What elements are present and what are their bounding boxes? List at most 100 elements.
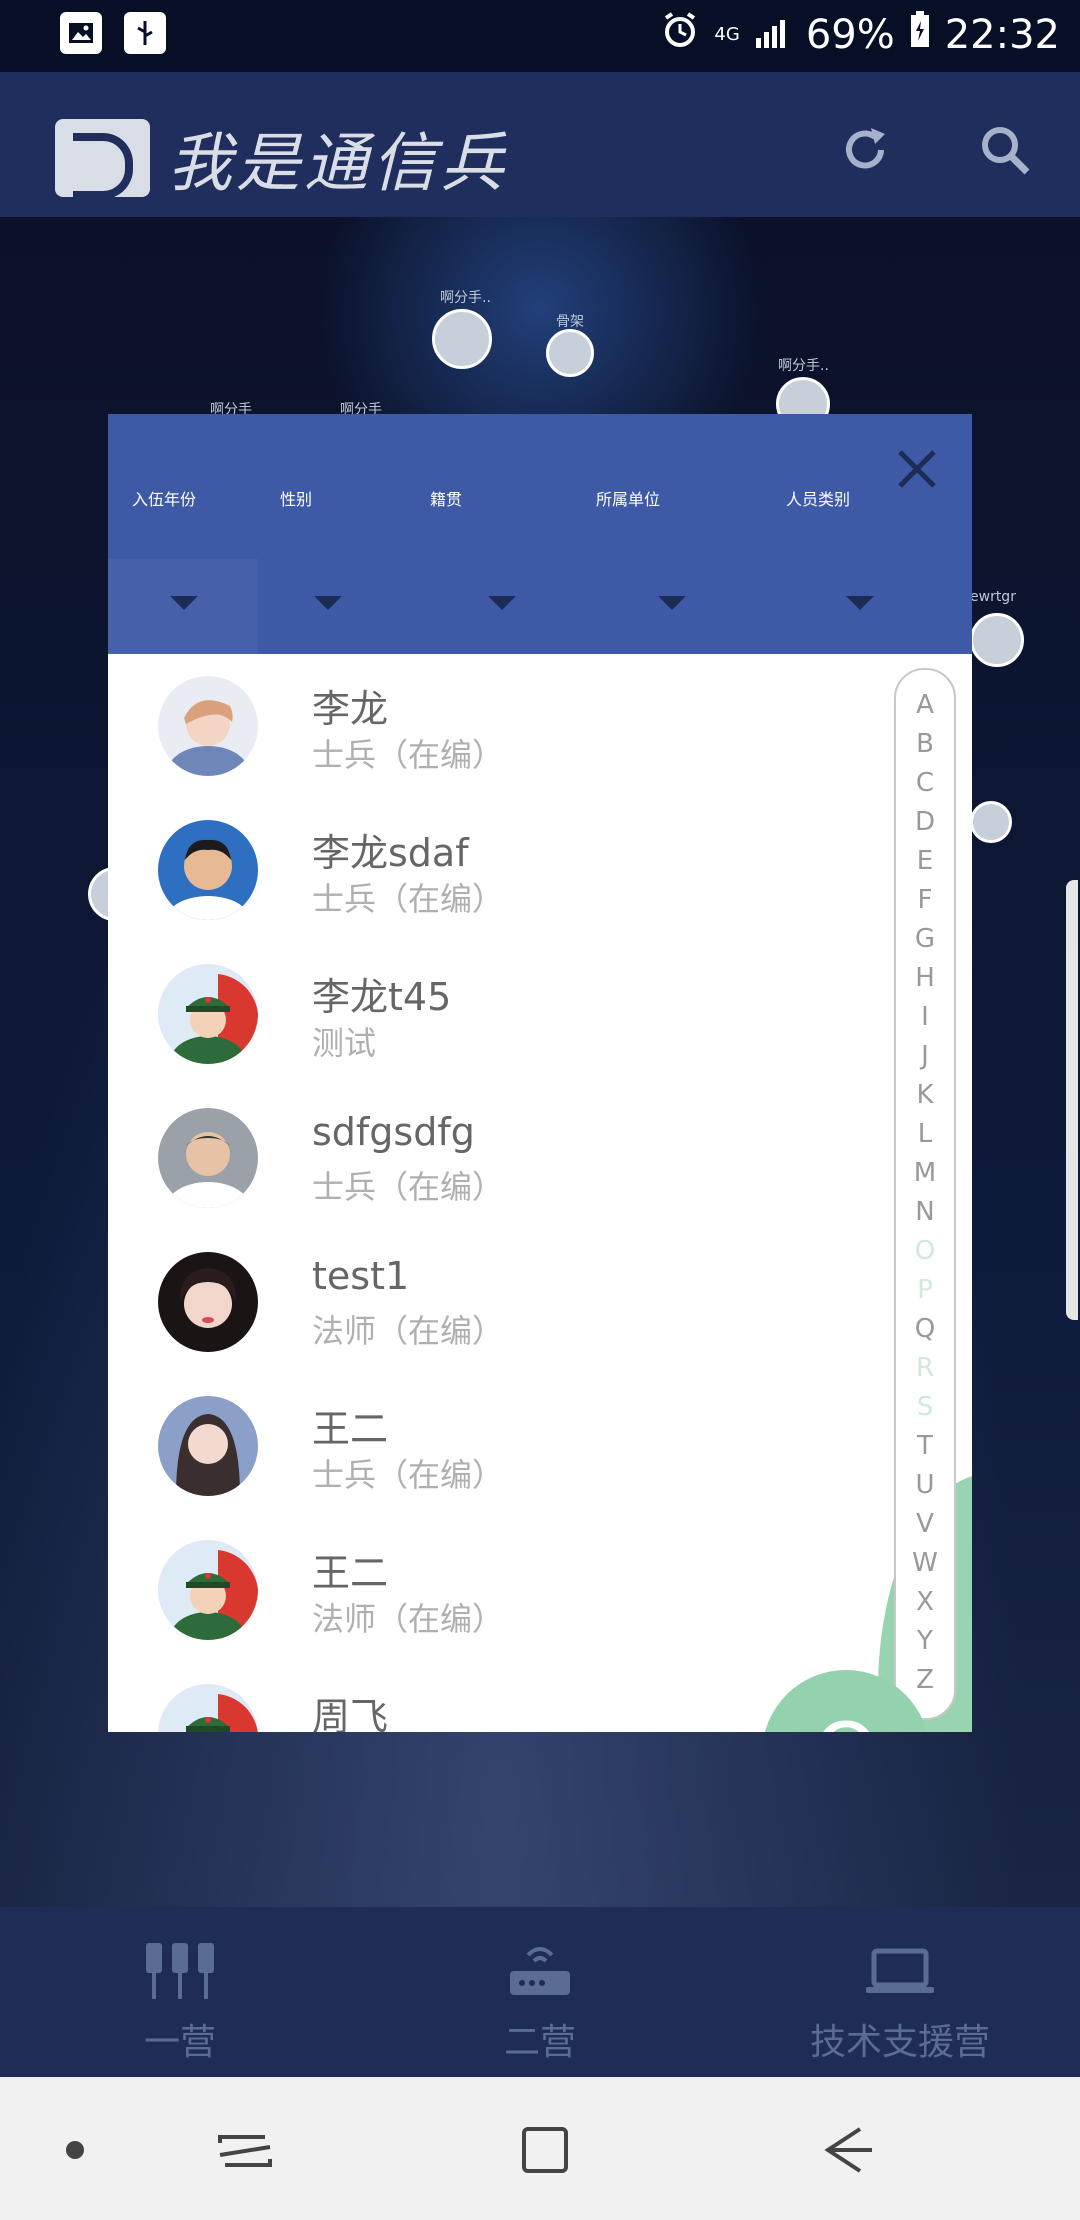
plugs-icon <box>146 1943 214 1999</box>
filter-label: 性别 <box>280 490 313 509</box>
app-header: 我是通信兵 <box>0 72 1080 217</box>
alphabet-letter-o[interactable]: O <box>896 1236 954 1266</box>
signal-icon <box>754 12 792 58</box>
edge-panel-handle[interactable] <box>1066 880 1078 1320</box>
clock: 22:32 <box>944 12 1060 58</box>
graph-node-label: 啊分手.. <box>778 358 829 374</box>
alphabet-letter-h[interactable]: H <box>896 963 954 993</box>
alarm-icon <box>660 10 700 60</box>
contact-role: 士兵（在编） <box>312 736 505 774</box>
contact-role: 士兵（在编） <box>312 1168 505 1206</box>
contact-list[interactable]: 李龙 士兵（在编） 李龙sdaf 士兵（在编） 李龙t45 测试 sdfgsdf… <box>108 654 972 1732</box>
graph-node[interactable] <box>970 613 1024 667</box>
alphabet-letter-b[interactable]: B <box>896 729 954 759</box>
alphabet-letter-e[interactable]: E <box>896 846 954 876</box>
alphabet-letter-l[interactable]: L <box>896 1119 954 1149</box>
list-item[interactable]: sdfgsdfg 士兵（在编） <box>108 1086 868 1230</box>
alphabet-letter-f[interactable]: F <box>896 885 954 915</box>
graph-node-label: 骨架 <box>556 314 584 330</box>
avatar <box>158 820 258 920</box>
alphabet-letter-g[interactable]: G <box>896 924 954 954</box>
list-item[interactable]: 周飞 <box>108 1662 868 1732</box>
contact-name: 王二 <box>312 1551 389 1595</box>
alphabet-letter-w[interactable]: W <box>896 1548 954 1578</box>
alphabet-letter-n[interactable]: N <box>896 1197 954 1227</box>
gallery-icon <box>60 12 102 54</box>
soldier-avatar <box>158 964 258 1064</box>
filter-bar: 入伍年份 性别 籍贯 所属单位 人员类别 <box>108 414 972 654</box>
list-item[interactable]: 李龙t45 测试 <box>108 942 868 1086</box>
filter-hometown[interactable]: 籍贯 <box>408 414 578 654</box>
caret-down-icon <box>846 596 874 610</box>
alphabet-index-bar[interactable]: ABCDEFGHIJKLMNOPQRSTUVWXYZ <box>894 668 956 1720</box>
refresh-button[interactable] <box>835 120 895 180</box>
graph-node[interactable] <box>432 309 492 369</box>
tab-label: 二营 <box>503 2022 576 2063</box>
alphabet-letter-y[interactable]: Y <box>896 1626 954 1656</box>
tab-battalion-1[interactable]: 一营 <box>60 1937 300 2065</box>
filter-unit[interactable]: 所属单位 <box>578 414 768 654</box>
graph-node-label: 啊分手.. <box>440 290 491 306</box>
filter-label: 籍贯 <box>430 490 463 509</box>
battery-percent: 69% <box>805 12 895 58</box>
graph-node[interactable] <box>970 801 1012 843</box>
router-icon <box>510 1947 570 1995</box>
tab-label: 一营 <box>143 2022 216 2063</box>
avatar <box>158 1252 258 1352</box>
list-item[interactable]: 王二 士兵（在编） <box>108 1374 868 1518</box>
contact-name: test1 <box>312 1254 410 1298</box>
filter-label: 入伍年份 <box>132 490 197 509</box>
contact-role: 法师（在编） <box>312 1600 505 1638</box>
nav-dot-button[interactable] <box>40 2115 110 2185</box>
alphabet-letter-c[interactable]: C <box>896 768 954 798</box>
home-button[interactable] <box>510 2115 580 2185</box>
alphabet-letter-s[interactable]: S <box>896 1392 954 1422</box>
network-type: 4G <box>714 24 740 45</box>
filter-label: 人员类别 <box>786 490 851 509</box>
contact-name: sdfgsdfg <box>312 1110 475 1154</box>
list-item[interactable]: test1 法师（在编） <box>108 1230 868 1374</box>
close-button[interactable] <box>892 444 942 494</box>
recent-apps-button[interactable] <box>210 2115 280 2185</box>
avatar <box>158 1396 258 1496</box>
graph-node-label: ewrtgr <box>970 589 1016 605</box>
contact-role: 士兵（在编） <box>312 1456 505 1494</box>
alphabet-letter-a[interactable]: A <box>896 690 954 720</box>
system-nav-bar <box>0 2077 1080 2220</box>
alphabet-letter-i[interactable]: I <box>896 1002 954 1032</box>
filter-gender[interactable]: 性别 <box>258 414 408 654</box>
alphabet-letter-z[interactable]: Z <box>896 1665 954 1695</box>
alphabet-letter-r[interactable]: R <box>896 1353 954 1383</box>
tab-label: 技术支援营 <box>809 2022 990 2063</box>
caret-down-icon <box>314 596 342 610</box>
search-button[interactable] <box>975 120 1035 180</box>
alphabet-letter-m[interactable]: M <box>896 1158 954 1188</box>
alphabet-letter-j[interactable]: J <box>896 1041 954 1071</box>
alphabet-letter-d[interactable]: D <box>896 807 954 837</box>
alphabet-letter-k[interactable]: K <box>896 1080 954 1110</box>
tab-battalion-2[interactable]: 二营 <box>420 1937 660 2065</box>
tab-tech-support[interactable]: 技术支援营 <box>780 1937 1020 2065</box>
graph-node[interactable] <box>546 329 594 377</box>
alphabet-letter-q[interactable]: Q <box>896 1314 954 1344</box>
contact-name: 李龙 <box>312 687 389 731</box>
app-logo: 我是通信兵 <box>55 112 508 204</box>
alphabet-letter-v[interactable]: V <box>896 1509 954 1539</box>
home-icon <box>522 2127 568 2173</box>
list-item[interactable]: 李龙 士兵（在编） <box>108 654 868 798</box>
filter-enlist-year[interactable]: 入伍年份 <box>108 414 258 654</box>
recent-apps-icon <box>218 2135 272 2167</box>
alphabet-letter-p[interactable]: P <box>896 1275 954 1305</box>
contact-role: 士兵（在编） <box>312 880 505 918</box>
alphabet-letter-u[interactable]: U <box>896 1470 954 1500</box>
alphabet-letter-t[interactable]: T <box>896 1431 954 1461</box>
soldier-avatar <box>158 1684 258 1732</box>
battery-icon <box>909 11 931 59</box>
alphabet-letter-x[interactable]: X <box>896 1587 954 1617</box>
back-button[interactable] <box>810 2115 880 2185</box>
filter-label: 所属单位 <box>596 490 661 509</box>
list-item[interactable]: 李龙sdaf 士兵（在编） <box>108 798 868 942</box>
caret-down-icon <box>658 596 686 610</box>
list-item[interactable]: 王二 法师（在编） <box>108 1518 868 1662</box>
logo-mark-icon <box>55 119 150 199</box>
